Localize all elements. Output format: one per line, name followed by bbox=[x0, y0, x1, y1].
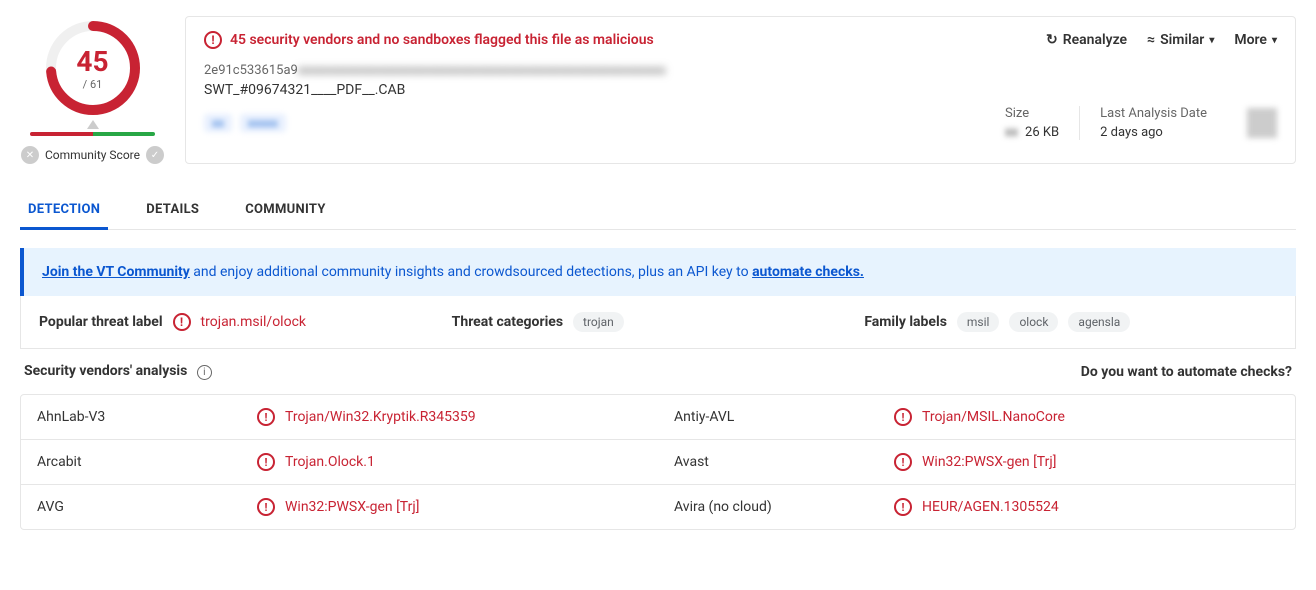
chevron-down-icon: ▾ bbox=[1272, 35, 1277, 46]
analysis-date-label: Last Analysis Date bbox=[1100, 106, 1207, 121]
chevron-down-icon: ▾ bbox=[1209, 35, 1214, 46]
tab-details[interactable]: DETAILS bbox=[138, 192, 207, 229]
malicious-icon: ! bbox=[257, 408, 275, 426]
vendor-name: Antiy-AVL bbox=[674, 409, 894, 425]
detection-gauge: 45 / 61 bbox=[43, 18, 143, 118]
vendor-verdict: HEUR/AGEN.1305524 bbox=[922, 499, 1059, 515]
positive-vote-icon[interactable]: ✓ bbox=[146, 146, 164, 164]
negative-vote-icon[interactable]: ✕ bbox=[21, 146, 39, 164]
vendor-verdict: Trojan.Olock.1 bbox=[285, 454, 375, 470]
size-value: 26 KB bbox=[1025, 125, 1059, 140]
filetype-icon bbox=[1247, 108, 1277, 138]
popular-threat-title: Popular threat label bbox=[39, 314, 163, 330]
vendor-name: AhnLab-V3 bbox=[37, 409, 257, 425]
malicious-icon: ! bbox=[894, 453, 912, 471]
malicious-icon: ! bbox=[894, 408, 912, 426]
vendor-name: AVG bbox=[37, 499, 257, 515]
automate-checks-link[interactable]: automate checks. bbox=[752, 264, 864, 280]
file-tags: xxxxxxx bbox=[204, 114, 286, 132]
alert-icon: ! bbox=[173, 313, 191, 331]
threat-categories-title: Threat categories bbox=[452, 314, 563, 330]
score-panel: 45 / 61 ✕ Community Score ✓ bbox=[20, 8, 165, 164]
community-banner: Join the VT Community and enjoy addition… bbox=[20, 248, 1296, 296]
detection-count: 45 bbox=[76, 45, 108, 78]
community-marker-icon bbox=[87, 120, 99, 132]
info-icon[interactable]: i bbox=[197, 365, 212, 380]
file-name: SWT_#09674321____PDF__.CAB bbox=[204, 82, 1277, 98]
popular-threat-value: trojan.msil/olock bbox=[201, 314, 306, 330]
size-label: Size bbox=[1005, 106, 1059, 121]
vendor-verdict: Win32:PWSX-gen [Trj] bbox=[922, 454, 1056, 470]
more-dropdown[interactable]: More ▾ bbox=[1234, 32, 1277, 48]
family-labels-title: Family labels bbox=[864, 314, 947, 330]
vendor-row: AhnLab-V3! Trojan/Win32.Kryptik.R345359 A… bbox=[21, 395, 1295, 440]
family-chip[interactable]: agensla bbox=[1068, 312, 1130, 332]
vendor-verdict: Trojan/Win32.Kryptik.R345359 bbox=[285, 409, 476, 425]
malicious-icon: ! bbox=[257, 498, 275, 516]
join-community-link[interactable]: Join the VT Community bbox=[42, 264, 190, 280]
reanalyze-button[interactable]: ↻ Reanalyze bbox=[1046, 32, 1127, 48]
automate-prompt[interactable]: Do you want to automate checks? bbox=[1081, 364, 1292, 380]
family-chip[interactable]: olock bbox=[1009, 312, 1058, 332]
vendor-verdict: Win32:PWSX-gen [Trj] bbox=[285, 499, 419, 515]
community-score-label: Community Score bbox=[45, 148, 140, 162]
similar-icon: ≈ bbox=[1147, 32, 1155, 48]
vendor-verdict: Trojan/MSIL.NanoCore bbox=[922, 409, 1065, 425]
tab-bar: DETECTION DETAILS COMMUNITY bbox=[20, 192, 1296, 230]
vendor-name: Avast bbox=[674, 454, 894, 470]
malicious-icon: ! bbox=[257, 453, 275, 471]
similar-dropdown[interactable]: ≈ Similar ▾ bbox=[1147, 32, 1214, 48]
file-info-card: ! 45 security vendors and no sandboxes f… bbox=[185, 16, 1296, 164]
detection-total: / 61 bbox=[76, 78, 108, 91]
alert-text: 45 security vendors and no sandboxes fla… bbox=[230, 32, 654, 48]
vendors-table: AhnLab-V3! Trojan/Win32.Kryptik.R345359 A… bbox=[20, 394, 1296, 530]
malicious-icon: ! bbox=[894, 498, 912, 516]
refresh-icon: ↻ bbox=[1046, 32, 1058, 48]
family-chip[interactable]: msil bbox=[957, 312, 1000, 332]
analysis-date-value: 2 days ago bbox=[1100, 125, 1207, 140]
tab-community[interactable]: COMMUNITY bbox=[237, 192, 334, 229]
vendors-analysis-title: Security vendors' analysis bbox=[24, 363, 187, 379]
vendor-name: Avira (no cloud) bbox=[674, 499, 894, 515]
file-hash: 2e91c533615a9aaaaaaaaaaaaaaaaaaaaaaaaaaa… bbox=[204, 63, 1277, 78]
community-score-bar bbox=[30, 132, 155, 136]
tab-detection[interactable]: DETECTION bbox=[20, 192, 108, 230]
alert-icon: ! bbox=[204, 31, 222, 49]
vendor-row: AVG! Win32:PWSX-gen [Trj] Avira (no cloud… bbox=[21, 485, 1295, 529]
category-chip[interactable]: trojan bbox=[573, 312, 624, 332]
threat-labels-row: Popular threat label ! trojan.msil/olock… bbox=[20, 296, 1296, 349]
vendor-name: Arcabit bbox=[37, 454, 257, 470]
vendor-row: Arcabit! Trojan.Olock.1 Avast! Win32:PWSX-… bbox=[21, 440, 1295, 485]
